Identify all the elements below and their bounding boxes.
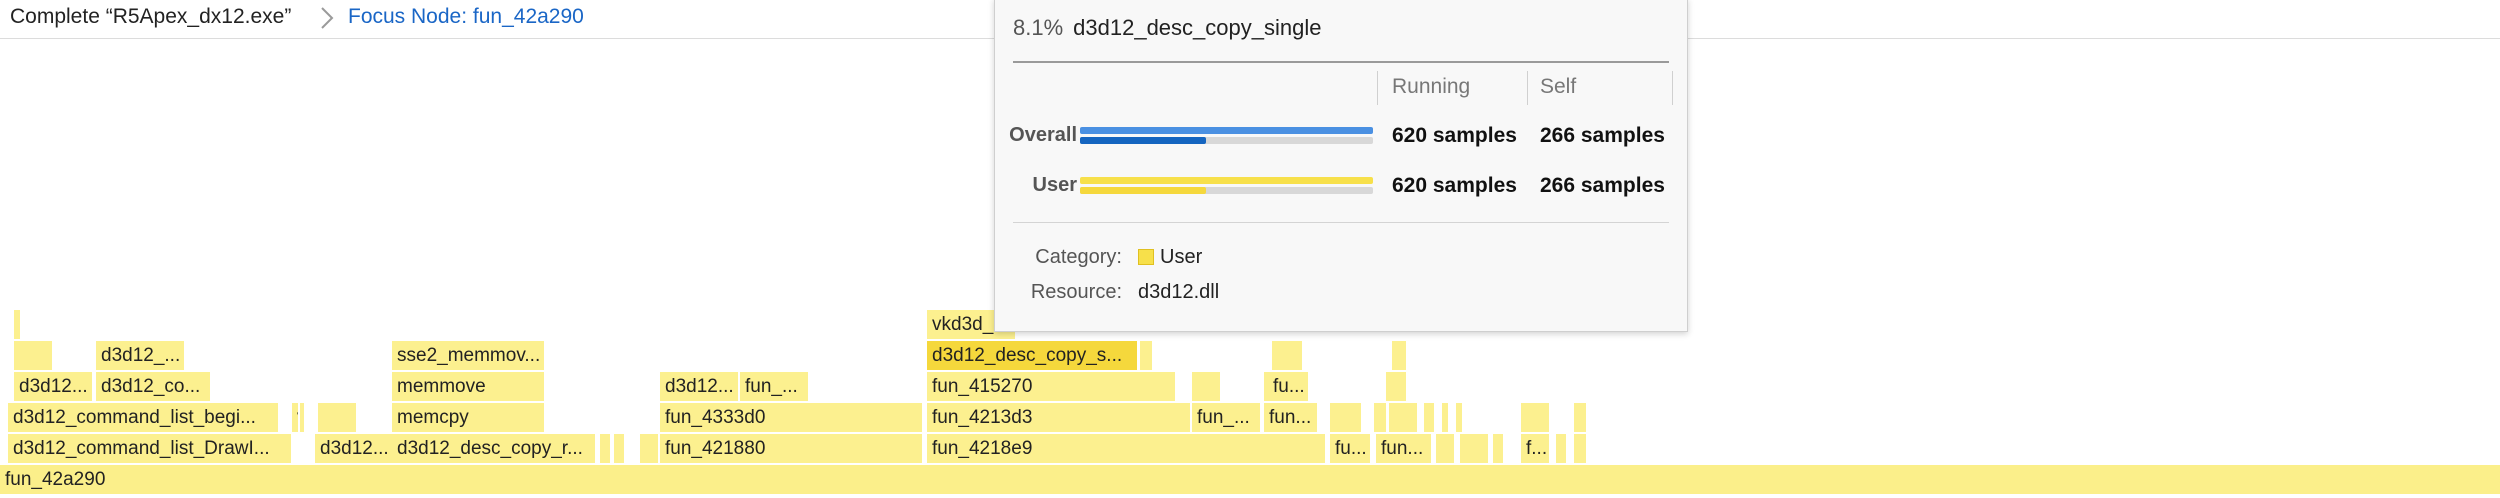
flame-frame[interactable]: memmove [392, 372, 546, 401]
column-divider [1672, 71, 1673, 105]
tooltip-percent: 8.1% [1013, 15, 1064, 40]
flame-frame[interactable] [1272, 341, 1304, 370]
overall-running-bar [1080, 127, 1373, 134]
flame-frame[interactable]: fun_4213d3 [927, 403, 1192, 432]
flame-frame[interactable]: v... [292, 403, 300, 432]
resource-value: d3d12.dll [1138, 281, 1220, 303]
flame-frame[interactable]: d3d12_desc_copy_r... [392, 434, 597, 463]
flame-frame[interactable] [1392, 341, 1408, 370]
user-sample-bar [1080, 177, 1373, 194]
flame-frame[interactable] [1521, 403, 1551, 432]
flame-frame[interactable] [1456, 403, 1464, 432]
flame-frame[interactable] [1574, 403, 1588, 432]
flame-frame[interactable] [318, 403, 358, 432]
flame-frame[interactable] [1330, 403, 1363, 432]
user-running-bar [1080, 177, 1373, 184]
flame-frame[interactable]: fu... [1268, 372, 1310, 401]
column-header-self: Self [1540, 75, 1577, 98]
user-self-fill [1080, 187, 1206, 194]
flame-frame[interactable]: f... [1521, 434, 1551, 463]
column-header-running: Running [1392, 75, 1471, 98]
category-value: User [1138, 246, 1202, 269]
overall-running-value: 620 samples [1392, 124, 1517, 147]
tooltip-divider [1013, 61, 1669, 63]
flame-frame[interactable]: fun... [1376, 434, 1433, 463]
flame-frame[interactable]: d3d12_desc_copy_s... [927, 341, 1139, 370]
flame-frame[interactable] [600, 434, 612, 463]
flame-root-frame[interactable]: fun_42a290 [0, 465, 2500, 494]
flame-frame[interactable]: memcpy [392, 403, 546, 432]
flame-frame[interactable]: d3d12... [14, 372, 94, 401]
flame-frame[interactable]: fun_... [740, 372, 810, 401]
flame-frame[interactable] [1389, 403, 1419, 432]
flame-frame[interactable]: fun... [1264, 403, 1319, 432]
flame-frame[interactable]: d3d12_command_list_DrawI... [8, 434, 293, 463]
flame-frame[interactable]: d3d12... [315, 434, 395, 463]
column-divider [1377, 71, 1378, 105]
flame-frame[interactable] [1374, 403, 1388, 432]
flame-frame[interactable]: fun_415270 [927, 372, 1177, 401]
flame-frame[interactable] [1442, 403, 1450, 432]
category-color-swatch [1138, 249, 1154, 265]
flame-frame[interactable] [640, 434, 660, 463]
flame-frame[interactable] [1424, 403, 1436, 432]
category-value-text: User [1160, 246, 1203, 268]
flame-frame[interactable]: fu... [1330, 434, 1372, 463]
flame-frame[interactable] [614, 434, 626, 463]
flame-frame[interactable]: fun_... [1192, 403, 1262, 432]
flame-frame[interactable]: fun_4218e9 [927, 434, 1327, 463]
overall-sample-bar [1080, 127, 1373, 144]
flame-frame[interactable] [1436, 434, 1456, 463]
flame-frame[interactable]: fun_421880 [660, 434, 924, 463]
overall-self-fill [1080, 137, 1206, 144]
flame-frame[interactable]: d3d12_command_list_begi... [8, 403, 280, 432]
flame-frame[interactable] [1386, 372, 1408, 401]
flame-frame[interactable] [1493, 434, 1505, 463]
flame-frame[interactable]: fun_4333d0 [660, 403, 924, 432]
tooltip-title: 8.1% d3d12_desc_copy_single [1013, 15, 1321, 41]
flame-frame[interactable] [1556, 434, 1568, 463]
column-divider [1527, 71, 1528, 105]
resource-label: Resource: [1030, 281, 1122, 303]
flame-frame[interactable] [1460, 434, 1490, 463]
user-running-value: 620 samples [1392, 174, 1517, 197]
flame-frame[interactable] [14, 341, 54, 370]
frame-tooltip: 8.1% d3d12_desc_copy_single Running Self … [994, 0, 1688, 332]
flame-frame[interactable]: d3d12_... [96, 341, 186, 370]
row-label-overall: Overall [1009, 124, 1077, 146]
flame-frame[interactable] [1140, 341, 1154, 370]
tooltip-divider [1013, 222, 1669, 223]
user-self-value: 266 samples [1540, 174, 1665, 197]
overall-self-value: 266 samples [1540, 124, 1665, 147]
flame-frame[interactable]: sse2_memmov... [392, 341, 546, 370]
row-label-user: User [1032, 174, 1077, 196]
flame-frame[interactable]: d3d12... [660, 372, 740, 401]
flame-frame[interactable] [1192, 372, 1222, 401]
tooltip-function-name: d3d12_desc_copy_single [1073, 15, 1322, 40]
flame-frame[interactable] [14, 310, 22, 339]
category-label: Category: [1035, 246, 1122, 268]
flame-frame[interactable]: d3d12_co... [96, 372, 212, 401]
flame-frame[interactable] [1574, 434, 1588, 463]
